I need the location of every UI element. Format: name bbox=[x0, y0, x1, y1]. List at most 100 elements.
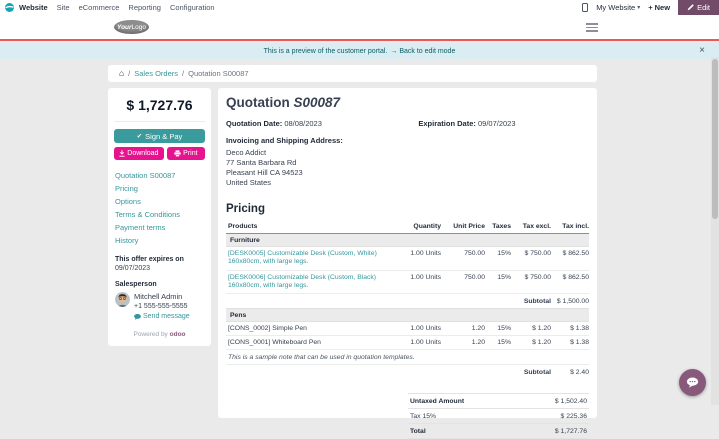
website-app-icon bbox=[5, 3, 14, 12]
powered-by: Powered by odoo bbox=[108, 322, 211, 338]
banner-close-icon[interactable]: × bbox=[699, 45, 705, 56]
col-quantity: Quantity bbox=[379, 220, 441, 234]
send-message-link[interactable]: Send message bbox=[134, 312, 190, 322]
subtotal-label: Subtotal bbox=[226, 365, 551, 380]
tax-label: Tax 15% bbox=[410, 413, 436, 420]
sidebar-link-pricing[interactable]: Pricing bbox=[115, 182, 204, 195]
print-button[interactable]: Print bbox=[167, 147, 205, 160]
logo-text-logo: Logo bbox=[132, 24, 146, 31]
system-navbar: Website Site eCommerce Reporting Configu… bbox=[0, 0, 719, 15]
address-label: Invoicing and Shipping Address: bbox=[226, 136, 589, 145]
sign-pay-label: Sign & Pay bbox=[145, 132, 182, 141]
breadcrumb-separator: / bbox=[182, 69, 184, 78]
customer-portal-preview-banner: This is a preview of the customer portal… bbox=[0, 43, 719, 59]
edit-button-label: Edit bbox=[697, 3, 710, 12]
section-furniture: Furniture bbox=[226, 234, 589, 247]
cell-unit-price: 1.20 bbox=[441, 322, 485, 336]
download-icon bbox=[119, 150, 125, 157]
mobile-preview-icon[interactable] bbox=[582, 3, 588, 12]
sidebar-link-terms[interactable]: Terms & Conditions bbox=[115, 208, 204, 221]
sign-pay-button[interactable]: ✔ Sign & Pay bbox=[114, 129, 205, 143]
address-line: Pleasant Hill CA 94523 bbox=[226, 168, 589, 178]
new-button-label: New bbox=[655, 3, 670, 12]
home-icon[interactable]: ⌂ bbox=[119, 69, 124, 78]
hamburger-menu-icon[interactable] bbox=[586, 23, 598, 34]
cell-taxes: 15% bbox=[485, 322, 511, 336]
sidebar-link-options[interactable]: Options bbox=[115, 195, 204, 208]
salesperson-section: Salesperson Mitchell Admin +1 555-555-55… bbox=[108, 272, 211, 322]
product-description: 160x80cm, with large legs. bbox=[228, 281, 379, 291]
col-tax-excl: Tax excl. bbox=[511, 220, 551, 234]
scrollbar-thumb[interactable] bbox=[712, 59, 718, 219]
address-line: United States bbox=[226, 178, 589, 188]
product-name: [CONS_0002] Simple Pen bbox=[228, 325, 379, 332]
table-row: [DESK0006] Customizable Desk (Custom, Bl… bbox=[226, 270, 589, 294]
cell-tax-incl: $ 862.50 bbox=[551, 270, 589, 294]
cell-quantity: 1.00 Units bbox=[379, 336, 441, 350]
menu-site[interactable]: Site bbox=[57, 3, 70, 12]
sidebar-nav: Quotation S00087 Pricing Options Terms &… bbox=[108, 160, 211, 247]
expiry-date: 09/07/2023 bbox=[115, 265, 204, 272]
salesperson-label: Salesperson bbox=[115, 281, 204, 288]
sidebar-actions: ✔ Sign & Pay Download Print bbox=[108, 122, 211, 160]
edit-button[interactable]: Edit bbox=[678, 0, 719, 15]
download-button[interactable]: Download bbox=[114, 147, 164, 160]
section-subtotal-row: Subtotal $ 1,500.00 bbox=[226, 294, 589, 309]
cell-taxes: 15% bbox=[485, 336, 511, 350]
back-to-edit-mode-link[interactable]: → Back to edit mode bbox=[390, 48, 455, 55]
cell-quantity: 1.00 Units bbox=[379, 270, 441, 294]
tax-row: Tax 15% $ 225.36 bbox=[408, 408, 589, 423]
sidebar-link-quotation[interactable]: Quotation S00087 bbox=[115, 169, 204, 182]
product-name: [CONS_0001] Whiteboard Pen bbox=[228, 339, 379, 346]
cell-quantity: 1.00 Units bbox=[379, 247, 441, 271]
chat-bubble-icon bbox=[686, 377, 699, 388]
product-link[interactable]: [DESK0006] Customizable Desk (Custom, Bl… bbox=[228, 274, 379, 281]
breadcrumb-separator: / bbox=[128, 69, 130, 78]
app-menu-website[interactable]: Website bbox=[19, 3, 48, 12]
salesperson-phone: +1 555-555-5555 bbox=[134, 302, 190, 312]
navbar-systray: My Website ▾ + New Edit bbox=[582, 0, 719, 15]
website-switcher[interactable]: My Website ▾ bbox=[596, 3, 640, 12]
section-pens: Pens bbox=[226, 309, 589, 322]
navbar-left: Website Site eCommerce Reporting Configu… bbox=[0, 3, 215, 12]
site-logo[interactable]: YourLogo bbox=[114, 20, 149, 34]
col-products: Products bbox=[226, 220, 379, 234]
untaxed-amount-value: $ 1,502.40 bbox=[555, 398, 587, 405]
col-unit-price: Unit Price bbox=[441, 220, 485, 234]
menu-configuration[interactable]: Configuration bbox=[170, 3, 215, 12]
cell-taxes: 15% bbox=[485, 270, 511, 294]
livechat-button[interactable] bbox=[679, 369, 706, 396]
product-link[interactable]: [DESK0005] Customizable Desk (Custom, Wh… bbox=[228, 250, 379, 257]
address-line: Deco Addict bbox=[226, 148, 589, 158]
banner-message: This is a preview of the customer portal… bbox=[264, 48, 388, 55]
cell-tax-incl: $ 1.38 bbox=[551, 336, 589, 350]
cell-tax-excl: $ 1.20 bbox=[511, 336, 551, 350]
cell-unit-price: 1.20 bbox=[441, 336, 485, 350]
untaxed-amount-row: Untaxed Amount $ 1,502.40 bbox=[408, 393, 589, 408]
sidebar-link-history[interactable]: History bbox=[115, 234, 204, 247]
new-button[interactable]: + New bbox=[648, 3, 670, 12]
cell-quantity: 1.00 Units bbox=[379, 322, 441, 336]
menu-ecommerce[interactable]: eCommerce bbox=[79, 3, 120, 12]
total-label: Total bbox=[410, 428, 426, 435]
cell-unit-price: 750.00 bbox=[441, 247, 485, 271]
offer-expiry: This offer expires on 09/07/2023 bbox=[108, 247, 211, 272]
quotation-note-row: This is a sample note that can be used i… bbox=[226, 350, 589, 365]
website-switcher-label: My Website bbox=[596, 3, 635, 12]
arrow-right-icon: → bbox=[390, 48, 397, 55]
chevron-down-icon: ▾ bbox=[637, 4, 640, 11]
menu-reporting[interactable]: Reporting bbox=[128, 3, 161, 12]
quotation-date-label: Quotation Date: bbox=[226, 119, 282, 128]
breadcrumb-sales-orders[interactable]: Sales Orders bbox=[134, 69, 178, 78]
subtotal-label: Subtotal bbox=[226, 294, 551, 309]
vertical-scrollbar[interactable] bbox=[711, 57, 719, 405]
address-block: Deco Addict 77 Santa Barbara Rd Pleasant… bbox=[226, 148, 589, 188]
dates-row: Quotation Date: 08/08/2023 Expiration Da… bbox=[226, 119, 589, 128]
salesperson-name: Mitchell Admin bbox=[134, 292, 190, 302]
breadcrumb-current: Quotation S00087 bbox=[188, 69, 248, 78]
cell-tax-excl: $ 1.20 bbox=[511, 322, 551, 336]
address-line: 77 Santa Barbara Rd bbox=[226, 158, 589, 168]
salesperson-avatar bbox=[115, 292, 130, 307]
pricing-heading: Pricing bbox=[226, 203, 589, 215]
sidebar-link-payment-terms[interactable]: Payment terms bbox=[115, 221, 204, 234]
